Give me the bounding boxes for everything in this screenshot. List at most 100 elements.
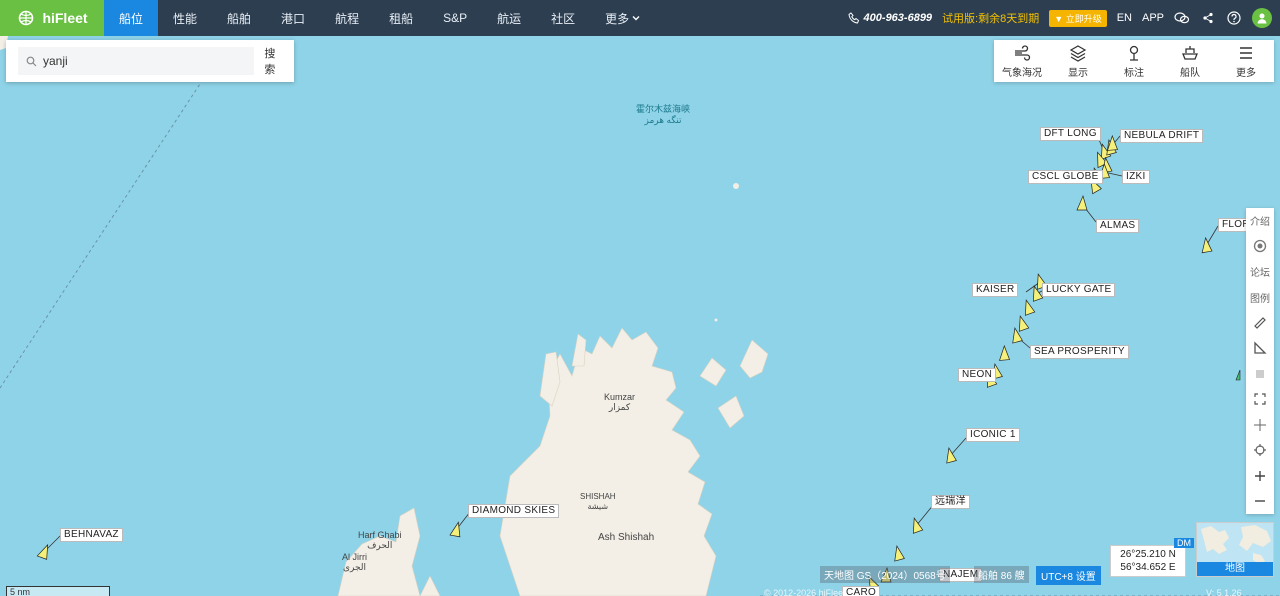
plus-icon — [1255, 470, 1265, 481]
share-icon[interactable] — [1200, 10, 1216, 26]
wechat-icon[interactable] — [1174, 10, 1190, 26]
toolbar-more[interactable]: 更多 — [1218, 44, 1274, 79]
basemap-switcher[interactable]: 地图 — [1196, 522, 1274, 577]
place-kumzar: Kumzar كمزار — [604, 392, 635, 412]
zoom-in-button[interactable] — [1246, 463, 1274, 489]
sidetool-locate[interactable] — [1246, 438, 1274, 464]
toolbar-more-label: 更多 — [1236, 67, 1256, 79]
ship-marker[interactable] — [998, 344, 1010, 361]
zoom-out-button[interactable] — [1246, 489, 1274, 515]
help-icon[interactable] — [1226, 10, 1242, 26]
nav-tab-shipping[interactable]: 航运 — [482, 0, 536, 36]
sidetool-ruler[interactable] — [1246, 310, 1274, 336]
language-toggle[interactable]: EN — [1117, 12, 1132, 24]
ship-marker[interactable] — [1015, 315, 1030, 332]
search-field-wrapper — [18, 47, 255, 75]
ship-marker[interactable] — [1076, 194, 1088, 211]
ship-marker[interactable] — [449, 521, 462, 538]
ship-label-izki[interactable]: IZKI — [1122, 170, 1150, 184]
phone-contact[interactable]: 400-963-6899 — [848, 12, 932, 24]
sidetool-fullscreen[interactable] — [1246, 387, 1274, 413]
nav-tab-chartering[interactable]: 租船 — [374, 0, 428, 36]
ship-label-cscl-globe[interactable]: CSCL GLOBE — [1028, 170, 1103, 184]
nav-tab-position[interactable]: 船位 — [104, 0, 159, 36]
globe-logo-icon — [19, 10, 34, 26]
ship-label-sea-prosperity[interactable]: SEA PROSPERITY — [1030, 345, 1129, 359]
ship-label-nebula-drift[interactable]: NEBULA DRIFT — [1120, 129, 1204, 143]
place-al-jirri-name: Al Jirri — [342, 552, 367, 562]
nav-tab-more[interactable]: 更多 — [590, 0, 656, 36]
sidetool-forum[interactable]: 论坛 — [1246, 259, 1274, 285]
sidetool-area[interactable] — [1246, 361, 1274, 387]
strait-label: 霍尔木兹海峡 تنگه هرمز — [636, 104, 690, 126]
sidetool-legend[interactable]: 图例 — [1246, 285, 1274, 311]
hifleet-logo[interactable]: hiFleet — [0, 0, 104, 36]
nav-tab-community[interactable]: 社区 — [536, 0, 590, 36]
ship-label-iconic-1[interactable]: ICONIC 1 — [966, 428, 1020, 442]
ship-label-lucky-gate[interactable]: LUCKY GATE — [1042, 283, 1116, 297]
place-harf-ghabi-local: الحرف — [367, 540, 393, 550]
ship-marker[interactable] — [909, 517, 924, 534]
ship-marker[interactable] — [943, 446, 957, 464]
latitude-readout: 26°25.210 N — [1120, 549, 1176, 560]
nav-tab-ships[interactable]: 船舶 — [212, 0, 266, 36]
fullscreen-icon — [1254, 393, 1266, 405]
nav-tab-voyage[interactable]: 航程 — [320, 0, 374, 36]
trial-status: 试用版:剩余8天到期 — [942, 13, 1040, 25]
sidetool-crosshair[interactable] — [1246, 412, 1274, 438]
search-panel: 搜索 — [6, 40, 294, 82]
ship-marker[interactable] — [36, 543, 51, 560]
place-harf-ghabi-name: Harf Ghabi — [358, 530, 402, 540]
minimap-label: 地图 — [1197, 562, 1273, 576]
place-al-jirri-local: الجرى — [342, 562, 367, 572]
place-shishah-local: شيشة — [587, 502, 609, 511]
toolbar-fleet[interactable]: 船队 — [1162, 44, 1218, 79]
search-input[interactable] — [43, 54, 243, 68]
ships-count: 船舶 86 艘 — [974, 566, 1029, 583]
search-button[interactable]: 搜索 — [264, 45, 286, 77]
nav-tab-more-label: 更多 — [605, 11, 630, 26]
place-al-jirri: Al Jirri الجرى — [342, 552, 367, 572]
top-bar: hiFleet 船位 性能 船舶 港口 航程 租船 S&P 航运 社区 更多 4… — [0, 0, 1280, 36]
map-canvas[interactable]: 霍尔木兹海峡 تنگه هرمز Kumzar كمزار SHISHAH شي… — [0, 36, 1280, 596]
nav-tab-performance[interactable]: 性能 — [158, 0, 212, 36]
ship-marker[interactable] — [891, 544, 905, 562]
ship-label-caro[interactable]: CARO — [842, 586, 881, 596]
locate-icon — [1254, 444, 1266, 457]
ship-label-kaiser[interactable]: KAISER — [972, 283, 1019, 297]
minimap-thumbnail — [1201, 525, 1271, 564]
user-avatar[interactable] — [1252, 8, 1272, 28]
utc-settings-button[interactable]: UTC+8 设置 — [1036, 566, 1101, 585]
app-link[interactable]: APP — [1142, 12, 1164, 24]
ship-marker[interactable] — [1021, 299, 1036, 316]
ship-label-diamond-skies[interactable]: DIAMOND SKIES — [468, 504, 560, 518]
brand-name: hiFleet — [42, 10, 88, 26]
phone-icon — [848, 12, 859, 24]
toolbar-weather[interactable]: 气象海况 — [994, 44, 1050, 79]
crown-icon: ▼ — [1054, 13, 1064, 24]
place-harf-ghabi: Harf Ghabi الحرف — [358, 530, 402, 550]
pin-icon — [1129, 45, 1139, 61]
ship-label-yuanruiyang[interactable]: 远瑞洋 — [931, 495, 970, 509]
toolbar-fleet-label: 船队 — [1180, 67, 1200, 79]
user-icon — [1257, 13, 1267, 24]
copyright-text: © 2012-2026 hiFleet — [764, 588, 846, 596]
ship-marker[interactable] — [1106, 134, 1118, 151]
toolbar-display-label: 显示 — [1068, 67, 1088, 79]
sidetool-support[interactable] — [1246, 234, 1274, 260]
toolbar-annotate[interactable]: 标注 — [1106, 44, 1162, 79]
toolbar-weather-label: 气象海况 — [1002, 67, 1042, 79]
sidetool-angle[interactable] — [1246, 336, 1274, 362]
ship-label-neon[interactable]: NEON — [958, 368, 997, 382]
toolbar-display[interactable]: 显示 — [1050, 44, 1106, 79]
ruler-icon — [1254, 316, 1266, 329]
nav-tab-sp[interactable]: S&P — [428, 0, 482, 36]
upgrade-button[interactable]: ▼ 立即升级 — [1049, 9, 1107, 27]
ship-label-dft-long[interactable]: DFT LONG — [1040, 127, 1101, 141]
ship-label-behnavaz[interactable]: BEHNAVAZ — [60, 528, 123, 542]
nav-tab-ports[interactable]: 港口 — [266, 0, 320, 36]
sidetool-intro[interactable]: 介绍 — [1246, 208, 1274, 234]
coord-format-toggle[interactable]: DM — [1174, 538, 1194, 548]
layers-icon — [1069, 44, 1087, 62]
ship-label-almas[interactable]: ALMAS — [1096, 219, 1140, 233]
